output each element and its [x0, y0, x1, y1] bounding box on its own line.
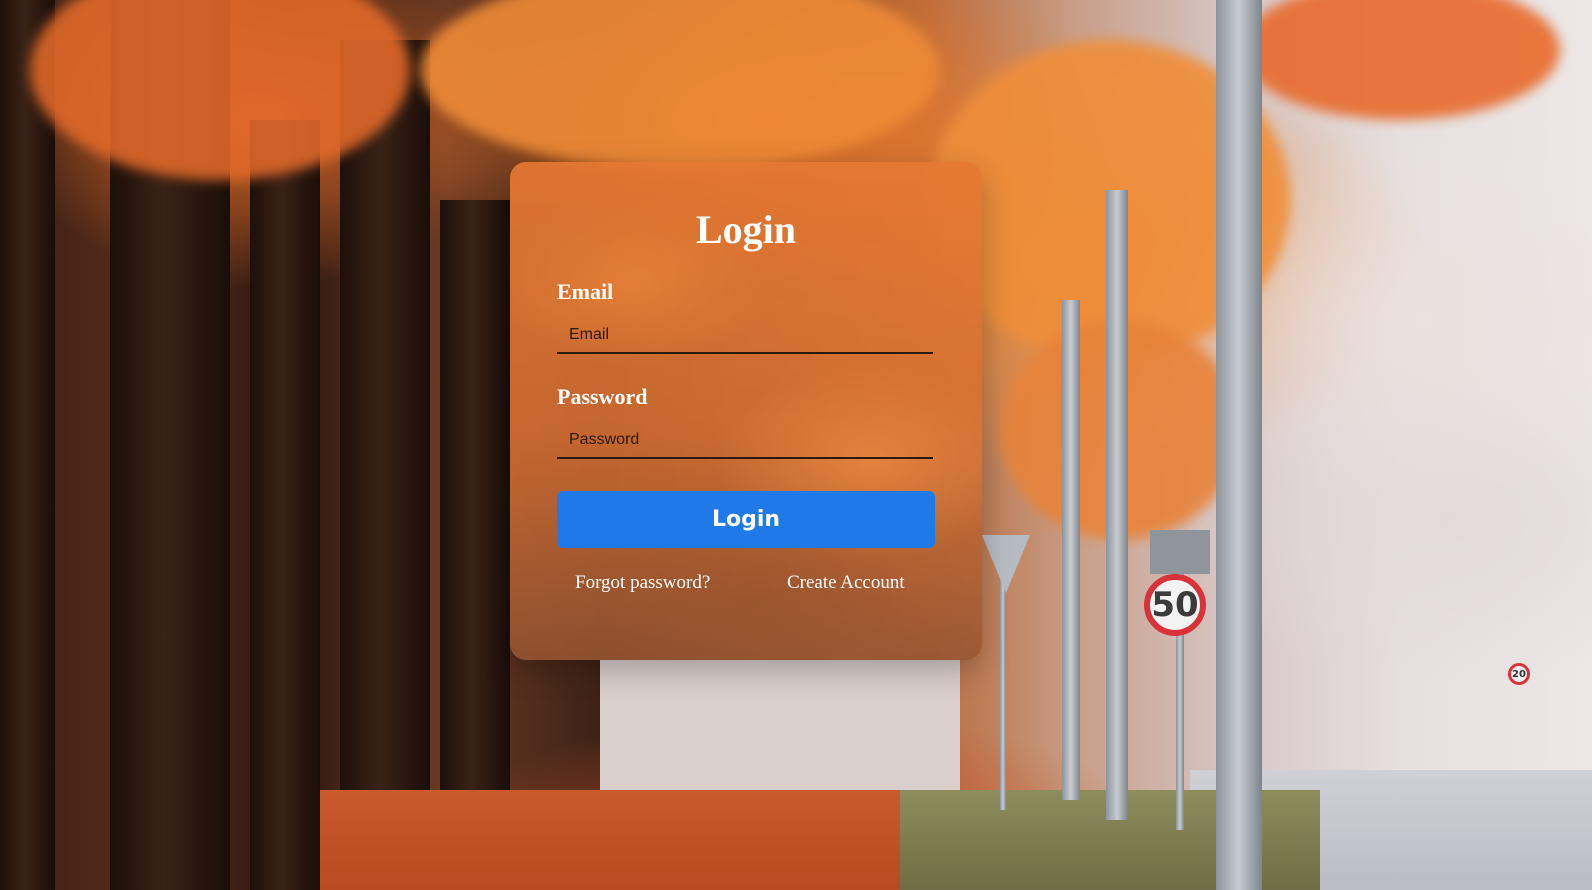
street-pole [1106, 190, 1128, 820]
tree-trunk [340, 40, 430, 890]
yield-sign [982, 535, 1030, 593]
email-input[interactable] [557, 318, 933, 354]
street-pole [1062, 300, 1080, 800]
tree-trunk [250, 120, 320, 890]
email-label: Email [557, 279, 614, 304]
speed-limit-sign: 50 [1144, 574, 1206, 636]
login-title: Login [695, 207, 797, 252]
background-scene: 50 20 Login Email Password Login Forgot … [0, 0, 1592, 890]
password-label: Password [557, 384, 648, 409]
wall [600, 660, 960, 790]
forgot-password-link[interactable]: Forgot password? [575, 572, 710, 594]
foliage [1240, 0, 1560, 120]
street-pole [1216, 0, 1262, 890]
tree-trunk [440, 200, 510, 890]
login-button[interactable]: Login [557, 491, 935, 548]
password-input[interactable] [557, 423, 933, 459]
login-card: Login Email Password Login Forgot passwo… [510, 162, 982, 660]
sign-board [1150, 530, 1210, 574]
foliage [420, 0, 940, 170]
create-account-link[interactable]: Create Account [787, 572, 905, 594]
speed-limit-sign-small: 20 [1508, 663, 1530, 685]
tree-trunk [0, 0, 55, 890]
